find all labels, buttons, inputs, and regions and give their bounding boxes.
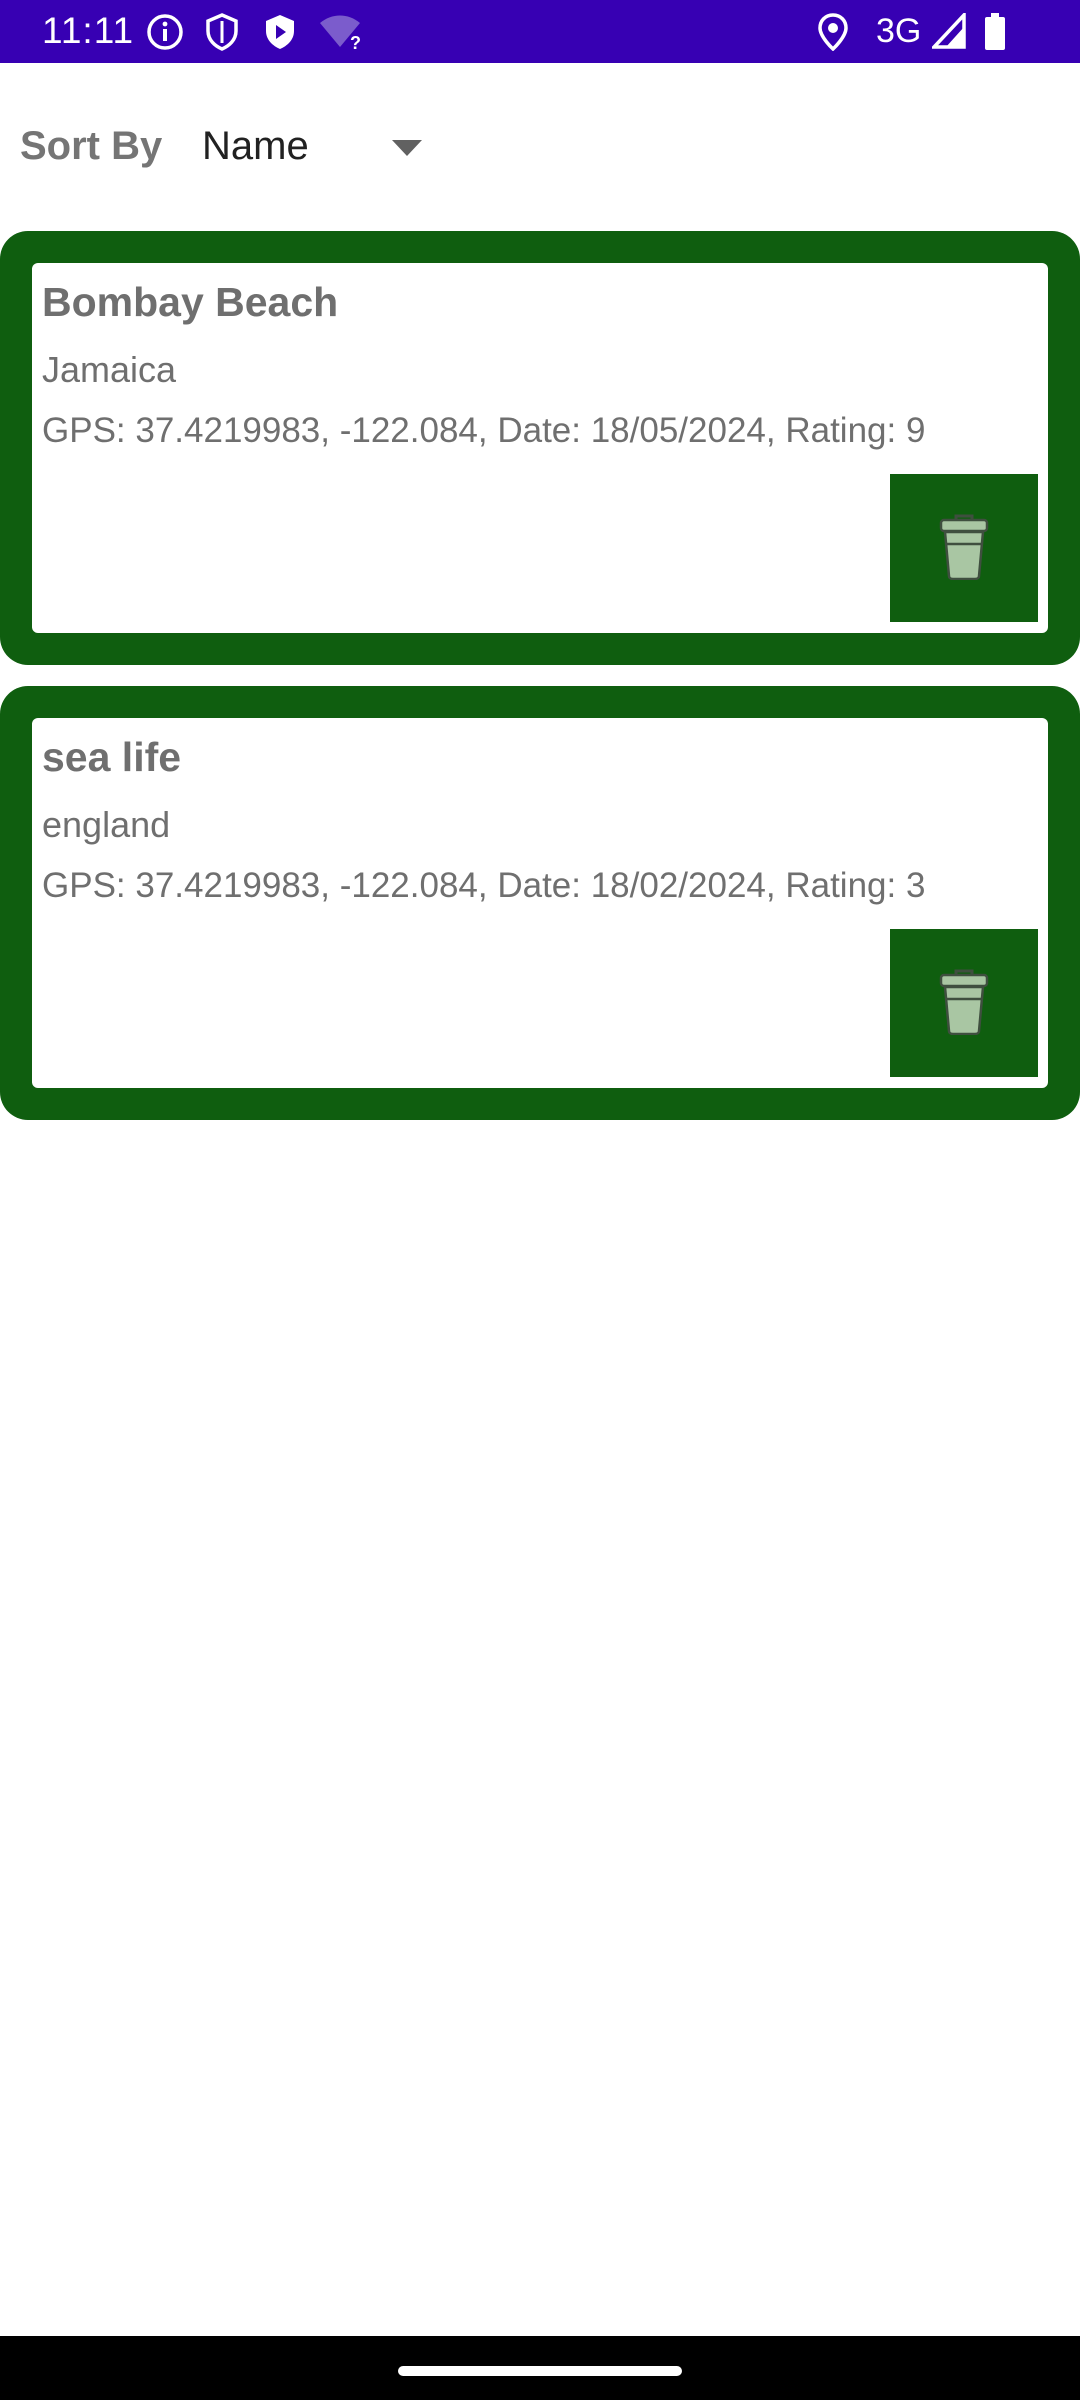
entry-details: GPS: 37.4219983, -122.084, Date: 18/02/2…	[42, 866, 926, 905]
delete-button[interactable]	[890, 929, 1038, 1077]
entry-card[interactable]: sea life england GPS: 37.4219983, -122.0…	[0, 686, 1080, 1120]
shield-icon	[204, 13, 240, 56]
sort-row: Sort By Name	[0, 110, 1080, 190]
dropdown-arrow-icon	[392, 140, 422, 161]
info-icon	[146, 13, 184, 56]
battery-icon	[984, 13, 1006, 56]
network-type: 3G	[876, 12, 922, 50]
navigation-bar	[0, 2336, 1080, 2400]
wifi-unknown-icon: ?	[318, 13, 362, 56]
location-icon	[818, 13, 848, 56]
entry-location: Jamaica	[42, 349, 177, 390]
entry-card-body: sea life england GPS: 37.4219983, -122.0…	[32, 718, 1048, 1088]
sort-label: Sort By	[20, 124, 163, 168]
entry-title: Bombay Beach	[42, 279, 339, 325]
play-protect-icon	[262, 13, 298, 56]
entry-title: sea life	[42, 734, 182, 780]
entry-card[interactable]: Bombay Beach Jamaica GPS: 37.4219983, -1…	[0, 231, 1080, 665]
entry-details: GPS: 37.4219983, -122.084, Date: 18/05/2…	[42, 411, 926, 450]
status-time: 11:11	[42, 10, 135, 51]
status-bar: 11:11 ? 3G	[0, 0, 1080, 63]
sort-dropdown[interactable]: Name	[190, 110, 430, 190]
signal-icon	[929, 10, 966, 54]
delete-button[interactable]	[890, 474, 1038, 622]
home-gesture-handle[interactable]	[398, 2366, 682, 2376]
svg-text:?: ?	[350, 33, 361, 51]
trash-icon	[939, 969, 989, 1035]
entry-card-body: Bombay Beach Jamaica GPS: 37.4219983, -1…	[32, 263, 1048, 633]
sort-selected-value: Name	[202, 124, 309, 168]
entry-location: england	[42, 804, 171, 845]
trash-icon	[939, 514, 989, 580]
